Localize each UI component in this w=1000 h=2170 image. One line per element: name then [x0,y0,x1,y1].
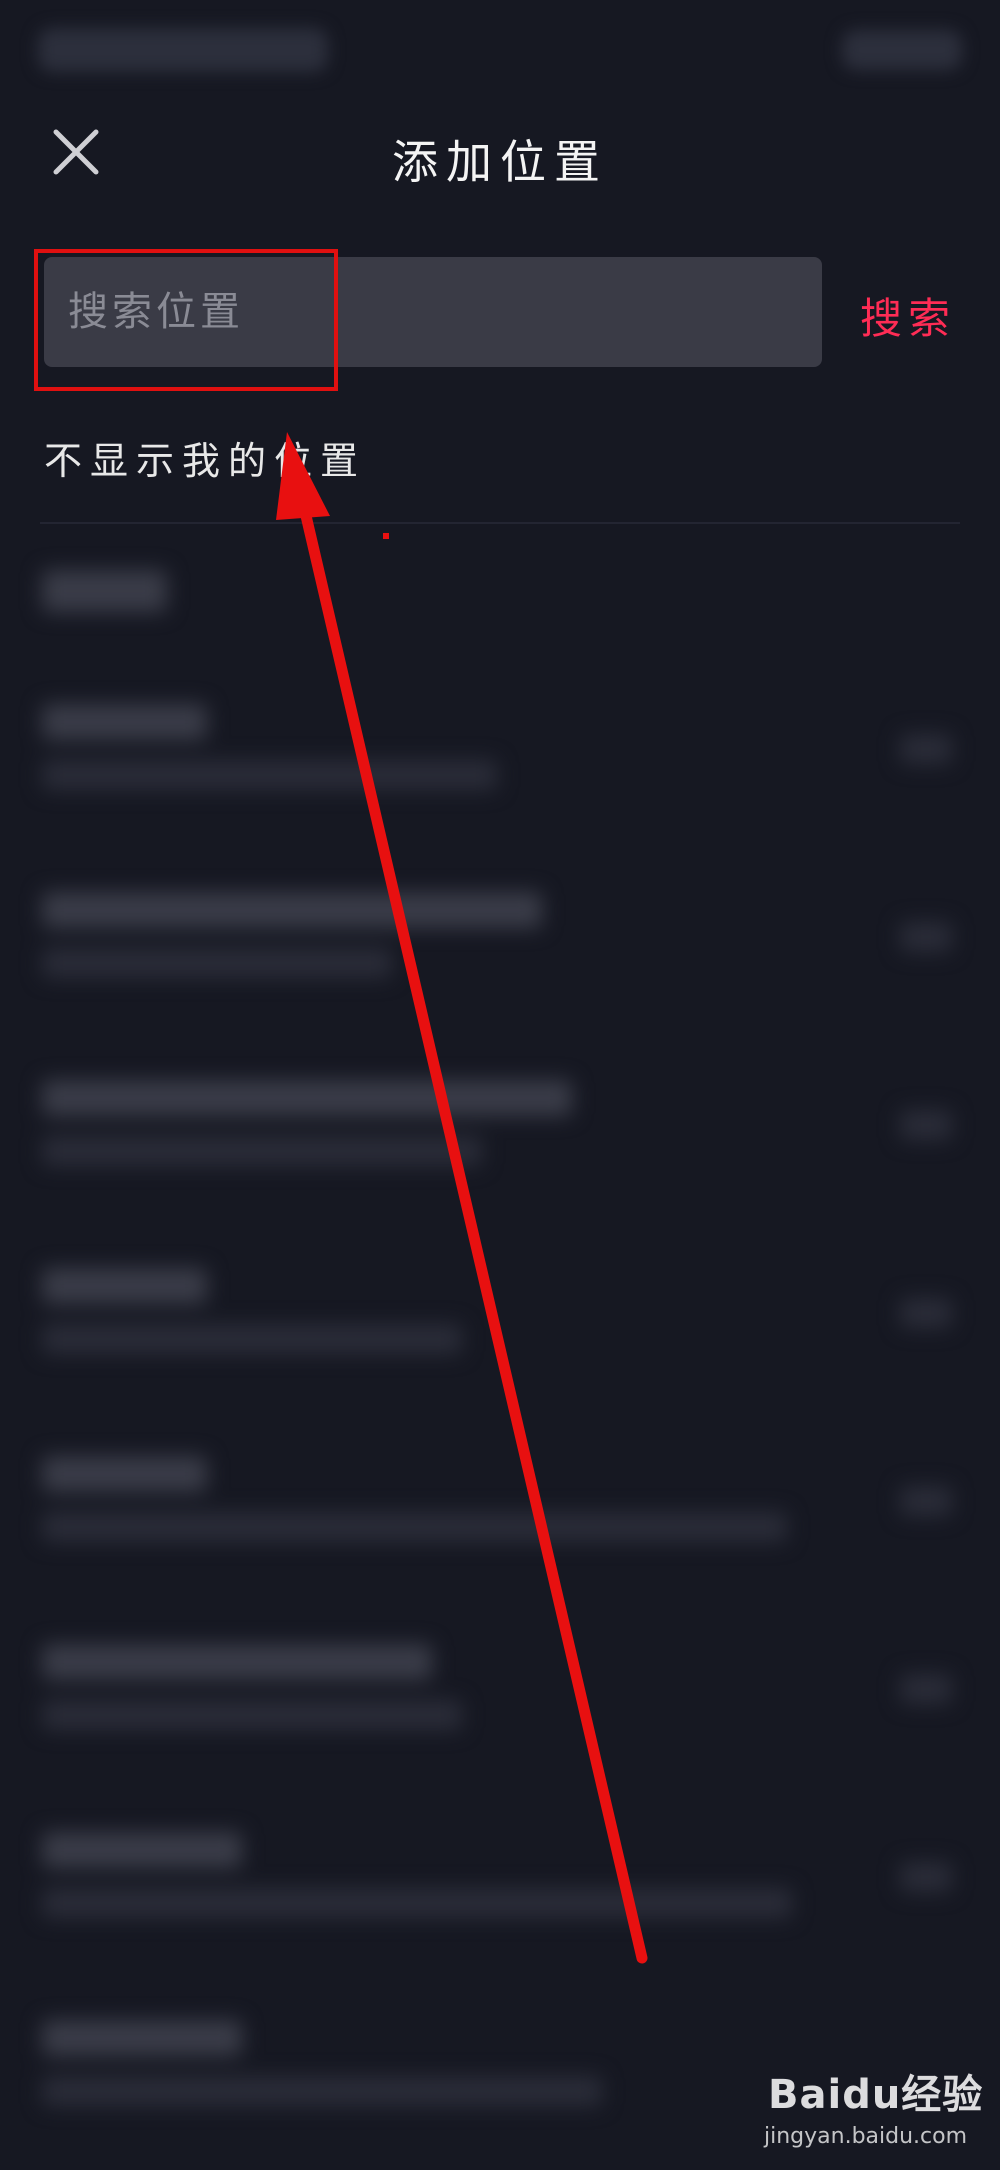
hide-my-location-option[interactable]: 不显示我的位置 [44,430,366,485]
watermark-url: jingyan.baidu.com [764,2124,968,2149]
list-item-address-blurred [42,1700,462,1730]
divider [40,522,960,524]
list-item-address-blurred [42,1512,787,1542]
list-item[interactable] [0,1456,1000,1606]
baidu-logo: Baidu经验 [768,2072,984,2118]
list-item[interactable] [0,892,1000,1042]
list-item-distance-blurred [900,1110,952,1140]
list-item-distance-blurred [900,734,952,764]
list-item-distance-blurred [900,1298,952,1328]
baidu-watermark: Baidu经验 jingyan.baidu.com [764,2062,984,2162]
list-item-distance-blurred [900,1486,952,1516]
list-item-name-blurred [42,2020,242,2056]
list-item-name-blurred [42,1456,207,1492]
list-item-name-blurred [42,1080,572,1116]
list-item-distance-blurred [900,1674,952,1704]
list-item-address-blurred [42,1888,792,1918]
list-item-address-blurred [42,1136,482,1166]
status-bar-left-blur [38,28,328,72]
list-item-name-blurred [42,1268,207,1304]
list-item-address-blurred [42,2076,602,2106]
highlight-box [34,249,338,391]
list-item[interactable] [0,1268,1000,1418]
header: 添加位置 [0,100,1000,220]
list-item-name-blurred [42,892,542,928]
list-item[interactable] [0,1644,1000,1794]
list-item-name-blurred [42,1832,242,1868]
list-item[interactable] [0,1080,1000,1230]
page-title: 添加位置 [392,135,608,189]
search-button[interactable]: 搜索 [860,285,956,345]
status-bar [0,0,1000,100]
status-bar-right-blur [842,30,962,70]
list-item-address-blurred [42,948,392,978]
list-item-name-blurred [42,1644,432,1680]
location-list [0,530,1000,2167]
list-item[interactable] [0,704,1000,854]
list-item[interactable] [0,1832,1000,1982]
list-item-distance-blurred [900,1862,952,1892]
list-item-distance-blurred [900,922,952,952]
list-item-address-blurred [42,760,497,790]
list-item-address-blurred [42,1324,462,1354]
section-header-blurred [42,570,167,612]
list-item-name-blurred [42,704,207,740]
